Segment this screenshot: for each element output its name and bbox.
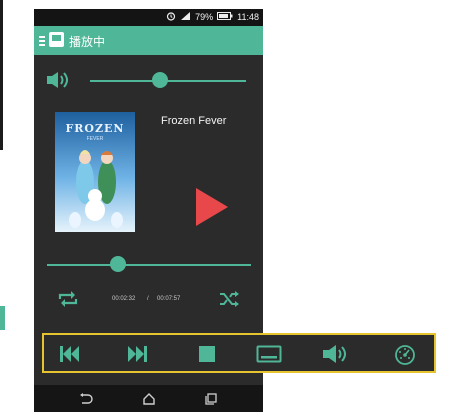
battery-icon	[217, 12, 233, 22]
skip-previous-icon[interactable]	[59, 344, 81, 364]
volume-icon[interactable]	[46, 71, 70, 94]
time-separator: /	[147, 296, 149, 302]
remote-control-toolbar	[42, 333, 436, 373]
battery-percent: 79%	[195, 12, 214, 22]
repeat-icon[interactable]	[57, 290, 79, 313]
adjacent-screen-edge-top	[0, 0, 3, 150]
clock: 11:48	[237, 12, 259, 22]
album-art: FROZEN FEVER	[55, 112, 135, 232]
app-title: 播放中	[69, 35, 106, 49]
stop-icon[interactable]	[196, 344, 218, 364]
elapsed-time: 00:02:32	[112, 296, 136, 302]
shuffle-icon[interactable]	[219, 291, 239, 312]
subtitle-icon[interactable]	[256, 344, 282, 364]
cast-device-icon	[49, 32, 64, 47]
speed-dial-icon[interactable]	[394, 344, 416, 365]
app-bar: 播放中	[34, 26, 263, 55]
song-title: Frozen Fever	[161, 115, 227, 127]
volume-icon[interactable]	[322, 344, 350, 364]
seek-bar-thumb[interactable]	[110, 256, 127, 272]
home-icon[interactable]	[143, 392, 155, 410]
playback-info-row: 00:02:32 / 00:07:57	[34, 289, 263, 311]
back-icon[interactable]	[79, 392, 93, 410]
alarm-icon	[166, 11, 176, 23]
signal-icon	[180, 11, 191, 23]
play-button[interactable]	[196, 188, 228, 226]
skip-next-icon[interactable]	[126, 344, 148, 364]
volume-row	[34, 55, 263, 109]
total-duration: 00:07:57	[157, 296, 181, 302]
volume-slider-thumb[interactable]	[152, 72, 169, 88]
system-nav-bar	[34, 385, 263, 412]
volume-slider-track[interactable]	[90, 80, 246, 82]
adjacent-screen-edge-bottom	[0, 306, 5, 330]
recents-icon[interactable]	[205, 392, 217, 410]
seek-bar-track[interactable]	[47, 264, 251, 266]
menu-icon[interactable]	[39, 36, 45, 46]
status-bar: 79% 11:48	[34, 9, 263, 26]
